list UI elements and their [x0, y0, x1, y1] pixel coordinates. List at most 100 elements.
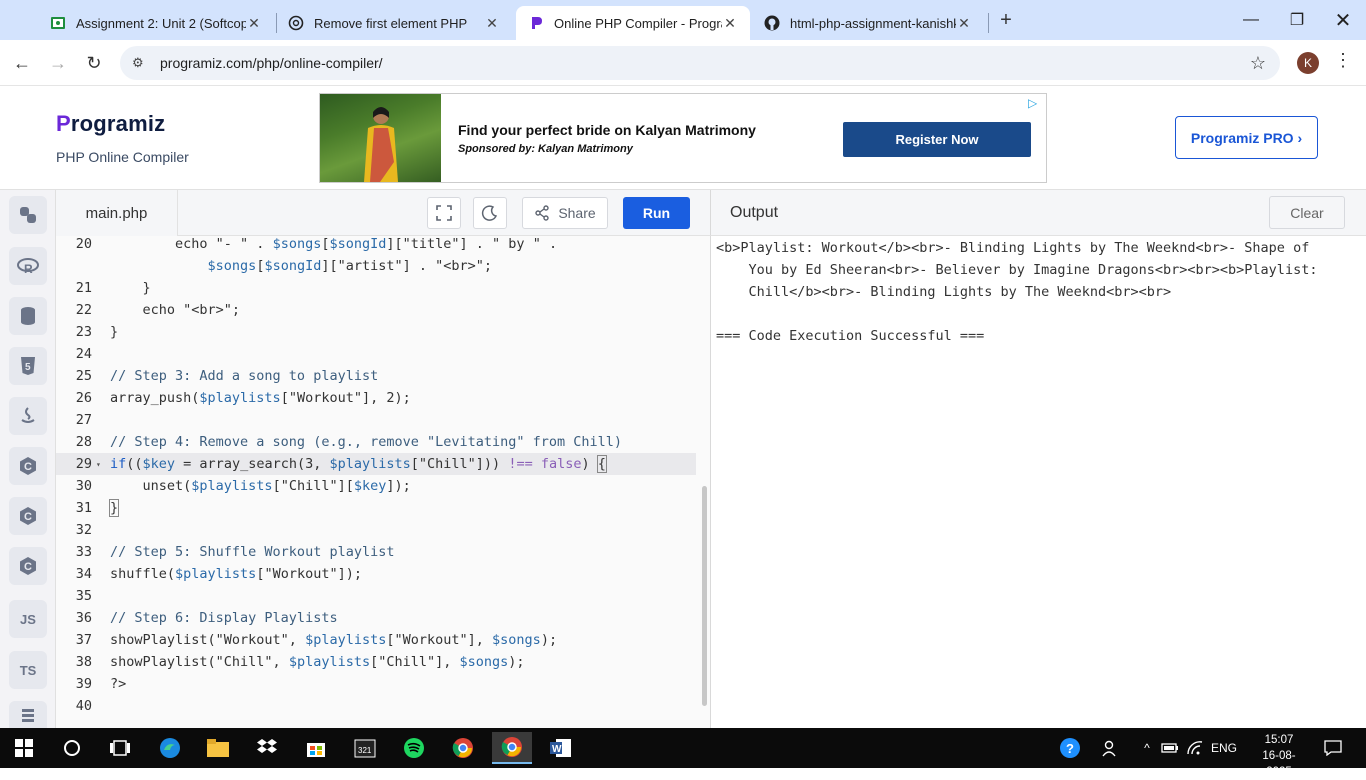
wifi-icon[interactable] — [1184, 728, 1206, 768]
adchoices-icon[interactable]: ▷ — [1028, 96, 1044, 112]
forward-arrow-icon[interactable]: → — [44, 49, 72, 77]
share-icon — [534, 205, 550, 221]
output-header: Output Clear — [710, 190, 1366, 236]
typescript-icon[interactable]: TS — [9, 651, 47, 689]
site-info-icon[interactable]: ⚙ — [132, 55, 148, 71]
help-icon[interactable]: ? — [1058, 728, 1082, 768]
code-line: 27 — [75, 412, 92, 428]
clock-date: 16-08-2025 — [1262, 750, 1296, 778]
run-button[interactable]: Run — [623, 197, 690, 229]
tab-remove-first-element[interactable]: Remove first element PHP ✕ — [276, 6, 512, 40]
browser-tab-strip: Assignment 2: Unit 2 (Softcopy ✕ Remove … — [0, 0, 1366, 40]
reload-icon[interactable]: ↻ — [80, 49, 108, 77]
code-line: $songs[$songId]["artist"] . "<br>"; — [207, 258, 493, 274]
go-icon[interactable] — [9, 701, 47, 728]
share-button[interactable]: Share — [522, 197, 608, 229]
tab-title: html-php-assignment-kanishka — [790, 15, 956, 31]
editor-scrollbar[interactable] — [702, 486, 707, 706]
dropbox-icon[interactable] — [247, 732, 287, 764]
code-line: 30 unset($playlists["Chill"][$key]); — [75, 478, 411, 494]
code-line: 25// Step 3: Add a song to playlist — [75, 368, 379, 384]
close-tab-icon[interactable]: ✕ — [722, 15, 738, 31]
svg-text:C: C — [24, 511, 32, 523]
chrome-icon[interactable] — [443, 732, 483, 764]
chrome-active-icon[interactable] — [492, 732, 532, 764]
c-icon[interactable]: C — [9, 447, 47, 485]
close-tab-icon[interactable]: ✕ — [956, 15, 972, 31]
bookmark-star-icon[interactable]: ☆ — [1250, 53, 1266, 74]
javascript-icon[interactable]: JS — [9, 600, 47, 638]
output-line: <b>Playlist: Workout</b><br>- Blinding L… — [716, 240, 1310, 256]
url-text[interactable]: programiz.com/php/online-compiler/ — [160, 55, 383, 71]
chrome-menu-icon[interactable]: ⋮ — [1334, 50, 1352, 71]
windows-start-icon[interactable] — [4, 732, 44, 764]
show-hidden-icons-chevron-icon[interactable]: ^ — [1138, 728, 1156, 768]
programiz-logo[interactable]: Programiz — [56, 111, 165, 137]
microsoft-store-icon[interactable] — [296, 732, 336, 764]
profile-avatar[interactable]: K — [1297, 52, 1319, 74]
code-line: 33// Step 5: Shuffle Workout playlist — [75, 544, 395, 560]
output-console: <b>Playlist: Workout</b><br>- Blinding L… — [710, 236, 1366, 728]
clock-time: 15:07 — [1264, 734, 1294, 746]
tab-online-php-compiler[interactable]: Online PHP Compiler - Program ✕ — [516, 6, 750, 40]
file-explorer-icon[interactable] — [198, 732, 238, 764]
site-header: Programiz PHP Online Compiler Find your … — [0, 87, 1366, 190]
windows-taskbar: 321 W ? ^ ENG 15:07 16-08-2025 — [0, 728, 1366, 778]
taskbar-clock[interactable]: 15:07 16-08-2025 — [1250, 732, 1308, 780]
minimize-icon[interactable]: ― — [1228, 0, 1274, 40]
code-line: 24 — [75, 346, 92, 362]
calendar-app-icon[interactable]: 321 — [345, 732, 385, 764]
editor-toolbar: main.php Share Run — [56, 190, 710, 236]
programiz-pro-button[interactable]: Programiz PRO › — [1175, 116, 1318, 159]
chatgpt-icon — [288, 15, 304, 31]
close-tab-icon[interactable]: ✕ — [246, 15, 262, 31]
fullscreen-icon[interactable] — [427, 197, 461, 229]
tab-github-assignment[interactable]: html-php-assignment-kanishka ✕ — [752, 6, 984, 40]
address-bar[interactable]: ⚙ programiz.com/php/online-compiler/ ☆ — [120, 46, 1280, 80]
code-line-active: 29 ▾ if(($key = array_search(3, $playlis… — [56, 453, 696, 475]
code-line: 34 shuffle($playlists["Workout"]); — [75, 566, 362, 582]
code-line: 32 — [75, 522, 92, 538]
tab-title: Online PHP Compiler - Program — [554, 15, 722, 31]
task-view-icon[interactable] — [100, 732, 140, 764]
back-arrow-icon[interactable]: ← — [8, 49, 36, 77]
new-tab-plus-icon[interactable]: + — [994, 8, 1018, 32]
browser-toolbar: ← → ↻ ⚙ programiz.com/php/online-compile… — [0, 40, 1366, 86]
close-tab-icon[interactable]: ✕ — [484, 15, 500, 31]
output-line: Chill</b><br>- Blinding Lights by The We… — [716, 284, 1172, 300]
language-indicator[interactable]: ENG — [1208, 728, 1240, 768]
csharp-icon[interactable]: C — [9, 547, 47, 585]
spotify-icon[interactable] — [394, 732, 434, 764]
svg-text:W: W — [552, 744, 562, 755]
output-status-line: === Code Execution Successful === — [716, 328, 985, 344]
python-icon[interactable] — [9, 196, 47, 234]
code-line: 38 showPlaylist("Chill", $playlists["Chi… — [75, 654, 525, 670]
battery-icon[interactable] — [1160, 728, 1180, 768]
word-icon[interactable]: W — [541, 732, 581, 764]
tab-assignment[interactable]: Assignment 2: Unit 2 (Softcopy ✕ — [38, 6, 274, 40]
cpp-icon[interactable]: C — [9, 497, 47, 535]
restore-icon[interactable]: ❐ — [1274, 0, 1320, 40]
sql-icon[interactable] — [9, 297, 47, 335]
register-now-button[interactable]: Register Now — [843, 122, 1031, 157]
java-icon[interactable] — [9, 397, 47, 435]
dark-mode-moon-icon[interactable] — [473, 197, 507, 229]
github-icon — [764, 15, 780, 31]
svg-text:5: 5 — [25, 362, 31, 373]
search-icon[interactable] — [52, 732, 92, 764]
advertisement-banner[interactable]: Find your perfect bride on Kalyan Matrim… — [319, 93, 1047, 183]
html-icon[interactable]: 5 — [9, 347, 47, 385]
edge-icon[interactable] — [150, 732, 190, 764]
file-tab-main-php[interactable]: main.php — [56, 190, 178, 236]
ad-headline: Find your perfect bride on Kalyan Matrim… — [458, 122, 756, 138]
code-line: 40 — [75, 698, 92, 714]
close-window-icon[interactable]: ✕ — [1320, 0, 1366, 40]
code-line: 35 — [75, 588, 92, 604]
r-icon[interactable]: R — [9, 247, 47, 285]
code-editor[interactable]: 20 echo "- " . $songs[$songId]["title"] … — [56, 236, 710, 728]
people-icon[interactable] — [1100, 728, 1122, 768]
fold-arrow-icon[interactable]: ▾ — [96, 460, 101, 469]
clear-button[interactable]: Clear — [1269, 196, 1345, 229]
notification-center-icon[interactable] — [1320, 728, 1346, 768]
share-label: Share — [558, 205, 596, 221]
